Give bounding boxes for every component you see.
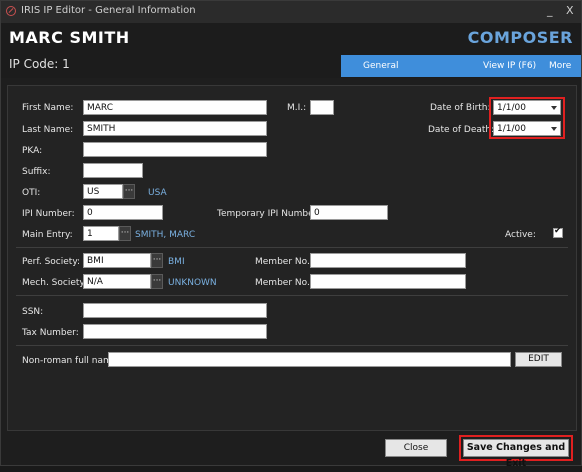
- window-title: IRIS IP Editor - General Information: [21, 5, 196, 16]
- app-icon: [6, 6, 16, 16]
- close-window-button[interactable]: X: [566, 4, 574, 17]
- mi-field[interactable]: [310, 100, 334, 115]
- ssn-field[interactable]: [83, 303, 267, 318]
- last-name-field[interactable]: SMITH: [83, 121, 267, 136]
- temp-ipi-label: Temporary IPI Number:: [217, 209, 321, 219]
- mi-label: M.I.:: [287, 103, 307, 113]
- perf-society-lookup-button[interactable]: ···: [151, 253, 163, 268]
- tab-view-ip[interactable]: View IP (F6): [483, 61, 536, 71]
- suffix-label: Suffix:: [22, 167, 51, 177]
- dod-label: Date of Death:: [428, 125, 495, 135]
- general-panel: First Name: MARC M.I.: Date of Birth: 1/…: [7, 85, 577, 431]
- minimize-button[interactable]: _: [547, 4, 553, 17]
- first-name-field[interactable]: MARC: [83, 100, 267, 115]
- divider: [16, 247, 568, 248]
- pka-field[interactable]: [83, 142, 267, 157]
- close-button[interactable]: Close: [385, 439, 447, 457]
- ipi-number-field[interactable]: 0: [83, 205, 163, 220]
- main-entry-description: SMITH, MARC: [135, 230, 196, 240]
- perf-society-description: BMI: [168, 257, 185, 267]
- temp-ipi-field[interactable]: 0: [310, 205, 388, 220]
- main-entry-field[interactable]: 1: [83, 226, 119, 241]
- mech-society-field[interactable]: N/A: [83, 274, 151, 289]
- oti-label: OTI:: [22, 188, 41, 198]
- ipi-number-label: IPI Number:: [22, 209, 75, 219]
- non-roman-name-label: Non-roman full name:: [22, 356, 121, 366]
- tab-bar: General View IP (F6) More: [1, 55, 581, 77]
- active-label: Active:: [505, 230, 536, 240]
- suffix-field[interactable]: [83, 163, 143, 178]
- last-name-label: Last Name:: [22, 125, 74, 135]
- mech-society-description: UNKNOWN: [168, 278, 217, 288]
- role-label: COMPOSER: [467, 28, 573, 47]
- divider: [16, 345, 568, 346]
- date-highlight: [489, 97, 565, 139]
- perf-member-label: Member No.:: [255, 257, 313, 267]
- active-checkbox[interactable]: [553, 226, 563, 238]
- dob-label: Date of Birth:: [430, 103, 491, 113]
- mech-society-label: Mech. Society:: [22, 278, 88, 288]
- oti-field[interactable]: US: [83, 184, 123, 199]
- main-entry-lookup-button[interactable]: ···: [119, 226, 131, 241]
- person-name: MARC SMITH: [9, 28, 130, 47]
- mech-member-field[interactable]: [310, 274, 466, 289]
- perf-society-label: Perf. Society:: [22, 257, 81, 267]
- tab-more[interactable]: More: [549, 61, 571, 71]
- tax-number-label: Tax Number:: [22, 328, 79, 338]
- ssn-label: SSN:: [22, 307, 44, 317]
- first-name-label: First Name:: [22, 103, 74, 113]
- main-entry-label: Main Entry:: [22, 230, 73, 240]
- perf-society-field[interactable]: BMI: [83, 253, 151, 268]
- pka-label: PKA:: [22, 146, 43, 156]
- mech-society-lookup-button[interactable]: ···: [151, 274, 163, 289]
- perf-member-field[interactable]: [310, 253, 466, 268]
- save-changes-button[interactable]: Save Changes and Exit: [463, 439, 569, 469]
- oti-lookup-button[interactable]: ···: [123, 184, 135, 199]
- non-roman-name-field[interactable]: [108, 352, 511, 367]
- tax-number-field[interactable]: [83, 324, 267, 339]
- mech-member-label: Member No.:: [255, 278, 313, 288]
- divider: [16, 295, 568, 296]
- title-bar: IRIS IP Editor - General Information _ X: [1, 1, 581, 23]
- tab-general[interactable]: General: [363, 61, 398, 71]
- editor-window: IRIS IP Editor - General Information _ X…: [0, 0, 582, 469]
- oti-description: USA: [148, 188, 167, 198]
- edit-button[interactable]: EDIT: [515, 352, 562, 367]
